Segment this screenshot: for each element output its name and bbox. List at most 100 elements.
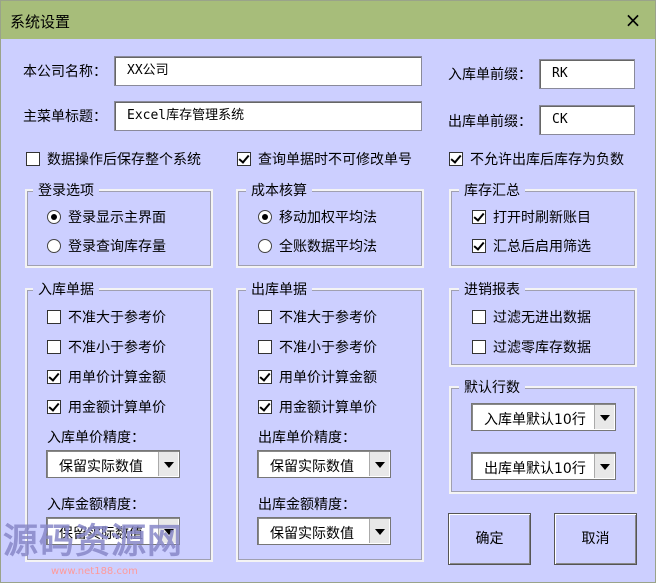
login-main-label: 登录显示主界面 [68,210,166,226]
full-average-radio[interactable]: 全账数据平均法 [258,236,377,256]
cancel-button[interactable]: 取消 [554,513,637,565]
outbound-amount-precision-select[interactable]: 保留实际数值 [257,517,391,545]
inbound-not-below-checkbox[interactable]: 不准小于参考价 [47,337,166,357]
out-prefix-label: 出库单前缀： [448,114,532,130]
login-main-radio[interactable]: 登录显示主界面 [47,207,166,227]
moving-average-label: 移动加权平均法 [279,210,377,226]
enable-filter-label: 汇总后启用筛选 [493,239,591,255]
radio-dot [258,210,272,224]
checkbox-box [258,370,272,384]
outbound-doc-title: 出库单据 [246,279,312,299]
inbound-not-above-label: 不准大于参考价 [68,310,166,326]
no-negative-stock-label: 不允许出库后库存为负数 [470,152,624,168]
refresh-on-open-checkbox[interactable]: 打开时刷新账目 [472,207,591,227]
outbound-not-below-checkbox[interactable]: 不准小于参考价 [258,337,377,357]
inbound-doc-title: 入库单据 [33,279,99,299]
chevron-down-icon[interactable] [369,452,389,476]
menu-title-label: 主菜单标题： [23,109,107,125]
close-icon[interactable]: × [621,8,645,32]
checkbox-box [47,400,61,414]
filter-zero-stock-checkbox[interactable]: 过滤零库存数据 [472,337,591,357]
inbound-not-below-label: 不准小于参考价 [68,340,166,356]
inbound-default-rows-select[interactable]: 入库单默认10行 [471,403,616,431]
filter-no-movement-checkbox[interactable]: 过滤无进出数据 [472,307,591,327]
save-all-label: 数据操作后保存整个系统 [47,152,201,168]
outbound-not-below-label: 不准小于参考价 [279,340,377,356]
select-value: 出库单默认10行 [484,461,586,477]
checkbox-box [47,340,61,354]
watermark-logo: 源码资源网 [3,522,184,562]
checkbox-box [237,152,251,166]
outbound-default-rows-select[interactable]: 出库单默认10行 [471,452,616,480]
chevron-down-icon[interactable] [369,519,389,543]
chevron-down-icon[interactable] [594,405,614,429]
outbound-not-above-label: 不准大于参考价 [279,310,377,326]
menu-title-input[interactable]: Excel库存管理系统 [114,101,422,131]
inbound-not-above-checkbox[interactable]: 不准大于参考价 [47,307,166,327]
company-name-input[interactable]: XX公司 [114,56,422,86]
inbound-amount-price-label: 用金额计算单价 [68,400,166,416]
radio-dot [47,210,61,224]
login-query-radio[interactable]: 登录查询库存量 [47,236,166,256]
filter-zero-stock-label: 过滤零库存数据 [493,340,591,356]
outbound-price-amount-checkbox[interactable]: 用单价计算金额 [258,367,377,387]
moving-average-radio[interactable]: 移动加权平均法 [258,207,377,227]
save-all-checkbox[interactable]: 数据操作后保存整个系统 [26,149,201,169]
cost-accounting-title: 成本核算 [246,180,312,200]
chevron-down-icon[interactable] [594,454,614,478]
cost-accounting-group [236,189,424,268]
login-options-title: 登录选项 [33,180,99,200]
inbound-amount-price-checkbox[interactable]: 用金额计算单价 [47,397,166,417]
outbound-price-precision-select[interactable]: 保留实际数值 [257,450,391,478]
outbound-not-above-checkbox[interactable]: 不准大于参考价 [258,307,377,327]
sales-report-title: 进销报表 [459,279,525,299]
inbound-price-precision-label: 入库单价精度： [47,430,145,446]
outbound-amount-price-checkbox[interactable]: 用金额计算单价 [258,397,377,417]
in-prefix-label: 入库单前缀： [448,67,532,83]
checkbox-box [258,340,272,354]
outbound-amount-price-label: 用金额计算单价 [279,400,377,416]
no-edit-number-checkbox[interactable]: 查询单据时不可修改单号 [237,149,412,169]
checkbox-box [47,310,61,324]
stock-summary-title: 库存汇总 [459,180,525,200]
radio-dot [47,239,61,253]
stock-summary-group [449,189,637,268]
checkbox-box [258,400,272,414]
checkbox-box [449,152,463,166]
settings-dialog: 系统设置 × 本公司名称： XX公司 主菜单标题： Excel库存管理系统 入库… [0,0,656,583]
window-title: 系统设置 [10,13,71,31]
title-bar[interactable]: 系统设置 × [1,1,655,39]
checkbox-box [472,239,486,253]
company-name-label: 本公司名称： [23,64,107,80]
login-query-label: 登录查询库存量 [68,239,166,255]
inbound-price-amount-label: 用单价计算金额 [68,370,166,386]
ok-button[interactable]: 确定 [448,513,531,565]
out-prefix-input[interactable]: CK [539,105,635,135]
inbound-amount-precision-label: 入库金额精度： [47,497,145,513]
no-negative-stock-checkbox[interactable]: 不允许出库后库存为负数 [449,149,624,169]
watermark-url: www.net188.com [51,566,138,577]
checkbox-box [472,210,486,224]
radio-dot [258,239,272,253]
checkbox-box [472,310,486,324]
filter-no-movement-label: 过滤无进出数据 [493,310,591,326]
inbound-price-precision-select[interactable]: 保留实际数值 [46,450,180,478]
inbound-price-amount-checkbox[interactable]: 用单价计算金额 [47,367,166,387]
outbound-amount-precision-label: 出库金额精度： [258,497,356,513]
refresh-on-open-label: 打开时刷新账目 [493,210,591,226]
checkbox-box [47,370,61,384]
checkbox-box [472,340,486,354]
full-average-label: 全账数据平均法 [279,239,377,255]
checkbox-box [258,310,272,324]
chevron-down-icon[interactable] [158,452,178,476]
enable-filter-checkbox[interactable]: 汇总后启用筛选 [472,236,591,256]
outbound-price-amount-label: 用单价计算金额 [279,370,377,386]
select-value: 入库单默认10行 [484,412,586,428]
select-value: 保留实际数值 [270,459,354,475]
default-rows-title: 默认行数 [459,377,525,397]
in-prefix-input[interactable]: RK [539,59,635,89]
select-value: 保留实际数值 [270,526,354,542]
checkbox-box [26,152,40,166]
outbound-price-precision-label: 出库单价精度： [258,430,356,446]
select-value: 保留实际数值 [59,459,143,475]
